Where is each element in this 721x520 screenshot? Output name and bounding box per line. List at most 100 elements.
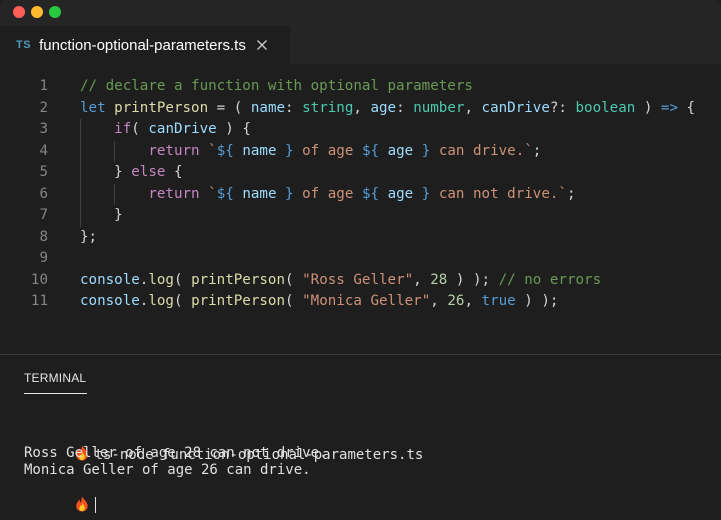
code-token: console [80,293,140,309]
code-token: , [430,293,448,309]
code-token: } [421,142,431,159]
code-token: ) { [216,121,251,137]
code-token: // no errors [498,271,602,288]
code-token: log [148,271,174,288]
code-token: "Ross Geller" [302,271,414,288]
code-line[interactable]: 5 } else { [0,162,721,184]
code-token: ( [131,121,149,137]
code-token: return [148,142,200,159]
code-token: ( [285,271,303,288]
code-token: age [387,142,414,159]
code-token: if [114,121,132,137]
code-token: can drive.` [430,142,533,159]
code-line[interactable]: 11 console.log( printPerson( "Monica Gell… [0,291,721,313]
code-text: if( canDrive ) { [80,119,251,141]
terminal-prompt-line[interactable] [24,478,96,513]
close-icon[interactable] [255,38,269,52]
tab-terminal[interactable]: TERMINAL [24,371,86,385]
code-text: }; [80,227,97,249]
code-token: else [131,164,166,180]
terminal-command-line[interactable]: ts-node function-optional-parameters.ts [24,427,423,463]
code-text: // declare a function with optional para… [80,76,473,98]
editor-window: TS function-optional-parameters.ts 1 // d… [0,0,721,520]
code-token: 26 [447,293,465,309]
code-line[interactable]: 10 console.log( printPerson( "Ross Geller… [0,270,721,292]
code-token: } [80,164,132,180]
terminal-cursor [94,497,96,513]
typescript-file-icon: TS [16,39,32,51]
terminal-panel: TERMINAL ts-node function-optional-param… [0,355,721,520]
code-text: let printPerson = ( name: string, age: n… [80,98,695,120]
code-editor[interactable]: 1 // declare a function with optional par… [0,64,721,354]
code-token: ( [173,293,192,309]
code-token: of age [293,142,362,159]
line-number: 6 [39,185,48,202]
code-text: console.log( printPerson( "Monica Geller… [80,291,558,313]
terminal-output-line: Monica Geller of age 26 can drive. [24,462,311,478]
code-token: of age [293,185,362,202]
code-token: ; [532,142,542,159]
zoom-window-button[interactable] [49,6,61,18]
close-window-button[interactable] [13,6,25,18]
code-token: canDrive [481,99,550,116]
code-text: return `${ name } of age ${ age } can dr… [80,141,541,163]
code-token: ) [635,99,661,116]
code-token: name [250,99,286,116]
minimize-window-button[interactable] [31,6,43,18]
line-number: 10 [30,271,48,288]
code-token: { [165,164,183,180]
active-tab-indicator [24,393,87,394]
code-token: ${ [361,142,380,159]
code-line[interactable]: 3 if( canDrive ) { [0,119,721,141]
line-number: 8 [39,228,48,245]
code-line[interactable]: 2 let printPerson = ( name: string, age: … [0,98,721,120]
code-line[interactable]: 4 return `${ name } of age ${ age } can … [0,140,721,163]
code-line[interactable]: 7 } [0,205,721,227]
code-line[interactable]: 1 // declare a function with optional par… [0,76,721,98]
code-token: return [148,185,200,202]
code-token: ) ); [447,271,499,288]
code-token: } [285,185,294,202]
line-number: 2 [39,99,48,116]
title-bar: TS function-optional-parameters.ts [0,0,721,64]
code-token: ` [208,185,217,202]
code-token: ?: [549,99,576,116]
code-token: true [481,293,516,309]
code-token: , [464,293,482,309]
code-text: } else { [80,162,183,184]
code-token: ${ [361,185,380,202]
line-number: 4 [39,142,48,159]
code-text: } [80,205,123,227]
code-token: } [80,207,123,223]
code-token: age [370,99,397,116]
code-token: canDrive [148,121,217,137]
code-token: string [302,99,354,116]
code-token: name [242,142,277,159]
code-line[interactable]: 9 [0,248,721,270]
code-token: : [396,99,414,116]
code-line[interactable]: 8}; [0,227,721,249]
tab-title: function-optional-parameters.ts [39,36,246,54]
code-token: name [242,185,277,202]
code-token: ( [173,271,192,288]
code-token: log [148,293,174,309]
editor-tab[interactable]: TS function-optional-parameters.ts [0,26,290,64]
code-token: can not drive.` [430,185,567,202]
code-token: printPerson [191,271,286,288]
code-token: { [678,99,696,116]
code-line[interactable]: 6 return `${ name } of age ${ age } can … [0,183,721,205]
code-token: ; [566,185,576,202]
line-number: 9 [39,250,48,266]
code-token: , [353,99,371,116]
